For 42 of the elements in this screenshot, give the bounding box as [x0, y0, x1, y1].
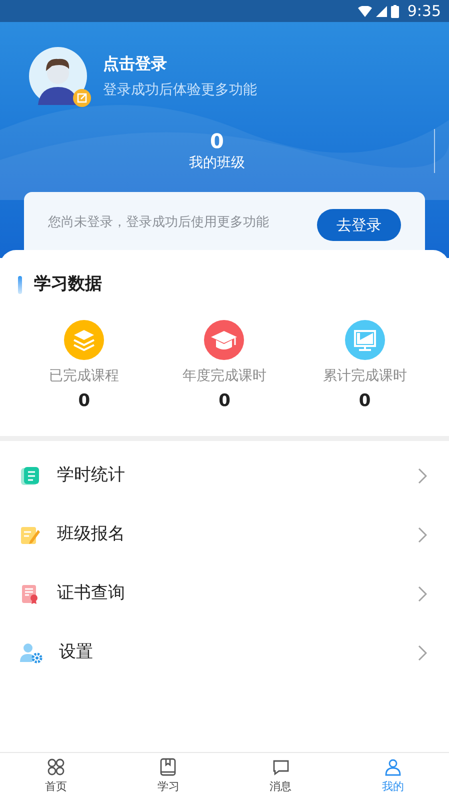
section-marker	[18, 276, 22, 294]
grid-icon	[46, 757, 66, 778]
login-subtitle: 登录成功后体验更多功能	[103, 80, 257, 100]
login-message: 您尚未登录，登录成功后使用更多功能	[48, 214, 269, 232]
wifi-icon	[358, 6, 372, 16]
edit-icon[interactable]	[73, 89, 91, 107]
tab[interactable]: 学习	[112, 753, 224, 800]
tab[interactable]: 消息	[224, 753, 337, 800]
class-label[interactable]: 我的班级	[189, 152, 245, 174]
stat-label: 已完成课程	[49, 366, 120, 386]
login-button[interactable]: 去登录	[317, 209, 401, 241]
battery-icon	[391, 4, 400, 18]
stat-value: 0	[218, 390, 230, 412]
monitor-icon	[344, 320, 385, 360]
chevron-right-icon	[418, 526, 427, 542]
section-title: 学习数据	[34, 273, 102, 296]
menu-item[interactable]: 学时统计	[0, 446, 449, 505]
menu-label: 证书查询	[57, 582, 126, 605]
stat-label: 累计完成课时	[322, 366, 407, 386]
person-icon	[382, 757, 403, 778]
status-time: 9:35	[407, 0, 441, 22]
user-gear-icon	[19, 642, 43, 664]
book-icon	[19, 464, 41, 486]
stat-label: 年度完成课时	[182, 366, 266, 386]
stat-value: 0	[358, 390, 371, 412]
menu-item[interactable]: 设置	[0, 623, 449, 682]
menu-label: 学时统计	[57, 464, 126, 487]
menu-item[interactable]: 证书查询	[0, 564, 449, 623]
graduation-cap-icon	[204, 320, 244, 360]
signal-icon	[376, 6, 388, 16]
menu-label: 班级报名	[57, 522, 126, 546]
chevron-right-icon	[418, 586, 427, 602]
stat-value: 0	[78, 390, 90, 412]
login-prompt[interactable]: 点击登录	[103, 52, 257, 76]
layers-icon	[64, 320, 104, 360]
class-count: 0	[210, 128, 224, 152]
menu-label: 设置	[59, 640, 94, 664]
tab[interactable]: 首页	[0, 753, 112, 800]
book-icon	[158, 757, 178, 778]
menu-item[interactable]: 班级报名	[0, 505, 449, 564]
chevron-right-icon	[418, 644, 427, 660]
chevron-right-icon	[418, 468, 427, 484]
